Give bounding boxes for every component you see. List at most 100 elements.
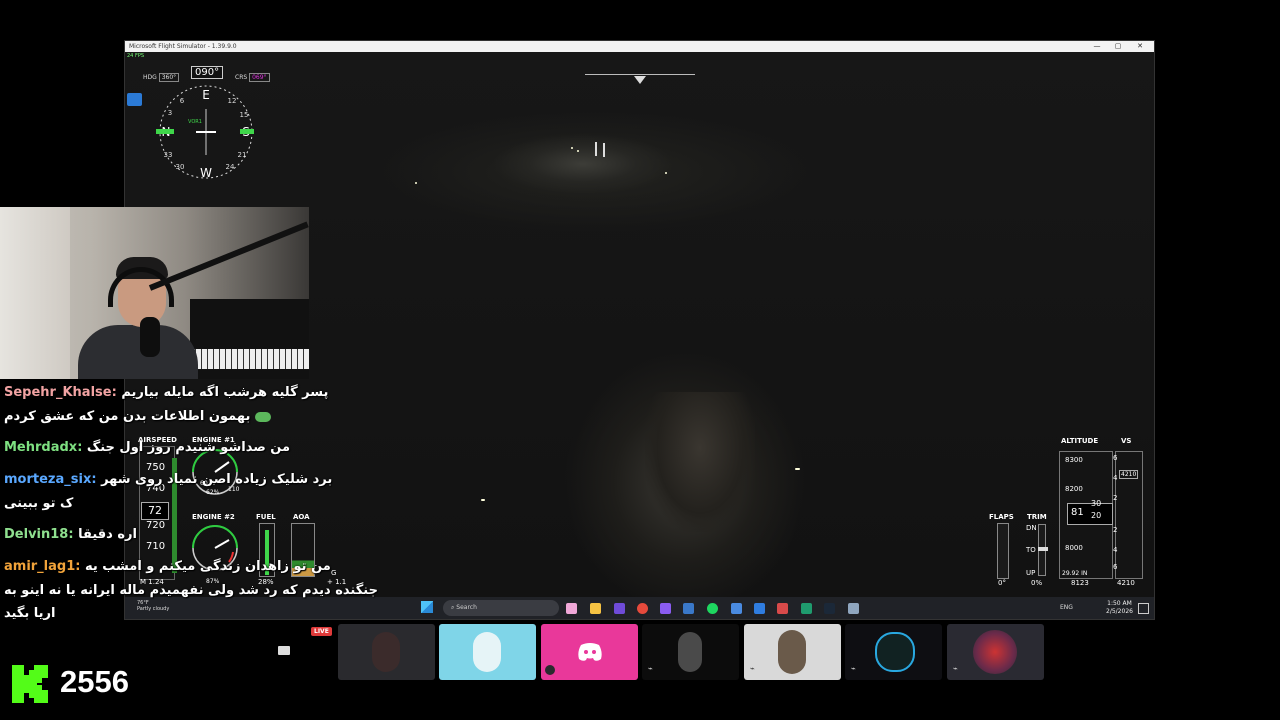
- taskbar-clock[interactable]: 1:50 AM 2/5/2026: [1106, 600, 1133, 616]
- airspeed-value: 72: [141, 502, 169, 520]
- vs-tick: 4: [1113, 474, 1118, 482]
- clock-time: 1:50 AM: [1107, 600, 1132, 607]
- minimize-button[interactable]: —: [1087, 41, 1107, 52]
- participant-tile[interactable]: ⌁: [947, 624, 1044, 680]
- trim-to: TO: [1026, 546, 1036, 554]
- participant-tile[interactable]: [439, 624, 536, 680]
- chat-text: من صداشو شنیدم روز اول جنگ: [86, 440, 291, 455]
- altitude-roll: 20: [1091, 511, 1102, 520]
- runway-lights: [595, 142, 597, 156]
- alt-tick: 8300: [1065, 456, 1083, 464]
- chat-message: ک تو ببینی: [4, 493, 73, 514]
- chat-username: morteza_six:: [4, 472, 97, 487]
- vs-readout: 4210: [1117, 579, 1135, 587]
- vs-tick: 6: [1113, 454, 1118, 462]
- ground-light: [577, 150, 579, 152]
- windows-start-icon[interactable]: [421, 601, 433, 613]
- fuel-label: FUEL: [256, 513, 276, 521]
- flight-sim-icon[interactable]: [848, 603, 859, 614]
- chat-username: Mehrdadx:: [4, 440, 83, 455]
- muted-mic-icon: ⌁: [851, 664, 856, 673]
- chat-message: جنگنده دیدم که رد شد ولی نفهمیدم ماله ای…: [4, 580, 378, 601]
- search-icon: ⌕: [451, 604, 455, 611]
- engine2-label: ENGINE #2: [192, 513, 235, 521]
- microphone: [140, 317, 160, 357]
- compass-num: 15: [240, 111, 249, 119]
- excel-icon[interactable]: [801, 603, 812, 614]
- discord-tile[interactable]: [541, 624, 638, 680]
- chat-message: Delvin18: اره دقیقا: [4, 524, 137, 545]
- window-titlebar[interactable]: Microsoft Flight Simulator - 1.39.9.0 — …: [125, 41, 1154, 52]
- participant-tile[interactable]: ⌁: [642, 624, 739, 680]
- flaps-gauge: [997, 523, 1009, 579]
- chat-message: amir_lag1: من تو زاهدان زندگی میکنم و ام…: [4, 556, 331, 577]
- vs-tick: 6: [1113, 563, 1118, 571]
- viewer-count: 2556: [60, 664, 129, 699]
- weather-desc: Partly cloudy: [137, 606, 170, 612]
- chat-message: Mehrdadx: من صداشو شنیدم روز اول جنگ: [4, 437, 290, 458]
- runway-lights: [603, 143, 605, 157]
- app-icon[interactable]: [777, 603, 788, 614]
- language-indicator[interactable]: ENG: [1060, 604, 1073, 611]
- chat-text: جنگنده دیدم که رد شد ولی نفهمیدم ماله ای…: [4, 583, 378, 598]
- app-icon[interactable]: [614, 603, 625, 614]
- compass-num: 6: [180, 97, 185, 105]
- airspeed-tick: 720: [146, 520, 166, 531]
- participant-tile[interactable]: ⌁: [845, 624, 942, 680]
- altitude-label: ALTITUDE: [1061, 437, 1099, 445]
- alt-tick: 8200: [1065, 485, 1083, 493]
- taskbar-search[interactable]: ⌕ Search: [443, 600, 559, 616]
- notification-icon[interactable]: [1138, 603, 1149, 614]
- participant-tile[interactable]: [338, 624, 435, 680]
- chat-message: morteza_six: برد شلیک زیاده اصن نمیاد رو…: [4, 469, 332, 490]
- airspeed-tick: 710: [146, 541, 166, 552]
- chrome-icon[interactable]: [637, 603, 648, 614]
- app-icon[interactable]: [731, 603, 742, 614]
- app-icon[interactable]: [660, 603, 671, 614]
- flaps-label: FLAPS: [989, 513, 1014, 521]
- chat-text: ک تو ببینی: [4, 496, 74, 511]
- file-explorer-icon[interactable]: [590, 603, 601, 614]
- vs-label: VS: [1121, 437, 1132, 445]
- muted-mic-icon: ⌁: [953, 664, 958, 673]
- ground-light: [665, 172, 667, 174]
- wingtip-light: [481, 499, 485, 501]
- participant-avatar: [875, 632, 915, 672]
- taskbar-weather[interactable]: 76°F Partly cloudy: [137, 600, 169, 612]
- mic-arm: [148, 221, 309, 291]
- vs-tick: 2: [1113, 494, 1118, 502]
- ground-light: [571, 147, 573, 149]
- compass-e: E: [202, 88, 210, 102]
- app-icon[interactable]: [754, 603, 765, 614]
- wingtip-light: [795, 468, 800, 470]
- compass-num: 3: [168, 109, 172, 117]
- frog-emote-icon: [254, 411, 271, 422]
- chat-text: من تو زاهدان زندگی میکنم و امشب یه: [85, 559, 331, 574]
- steam-icon[interactable]: [824, 603, 835, 614]
- heading-readout: 090°: [191, 66, 224, 79]
- chat-text: پسر گلیه هرشب اگه مایله بیاریم: [121, 385, 329, 400]
- muted-mic-icon: ⌁: [648, 664, 653, 673]
- streamer-webcam: [0, 207, 309, 379]
- participant-tile[interactable]: ⌁: [744, 624, 841, 680]
- hud-horizon-line: [585, 74, 695, 75]
- maximize-button[interactable]: ▢: [1108, 41, 1128, 52]
- chat-username: amir_lag1:: [4, 559, 81, 574]
- altitude-value: 81: [1071, 507, 1084, 518]
- participant-avatar: [678, 632, 702, 672]
- app-icon[interactable]: [683, 603, 694, 614]
- spotify-icon[interactable]: [707, 603, 718, 614]
- vor-label: VOR1: [188, 119, 202, 125]
- compass-num: 30: [176, 163, 185, 171]
- trim-up: UP: [1026, 569, 1036, 577]
- monitor-icon: [278, 646, 290, 655]
- streamer-body: [78, 325, 198, 379]
- discord-icon: [578, 643, 602, 661]
- copilot-icon[interactable]: [566, 603, 577, 614]
- search-placeholder: Search: [456, 604, 477, 611]
- compass-num: 24: [226, 163, 235, 171]
- close-button[interactable]: ✕: [1130, 41, 1150, 52]
- participant-avatar: [372, 632, 400, 672]
- muted-mic-icon: ⌁: [750, 664, 755, 673]
- compass-num: 21: [238, 151, 247, 159]
